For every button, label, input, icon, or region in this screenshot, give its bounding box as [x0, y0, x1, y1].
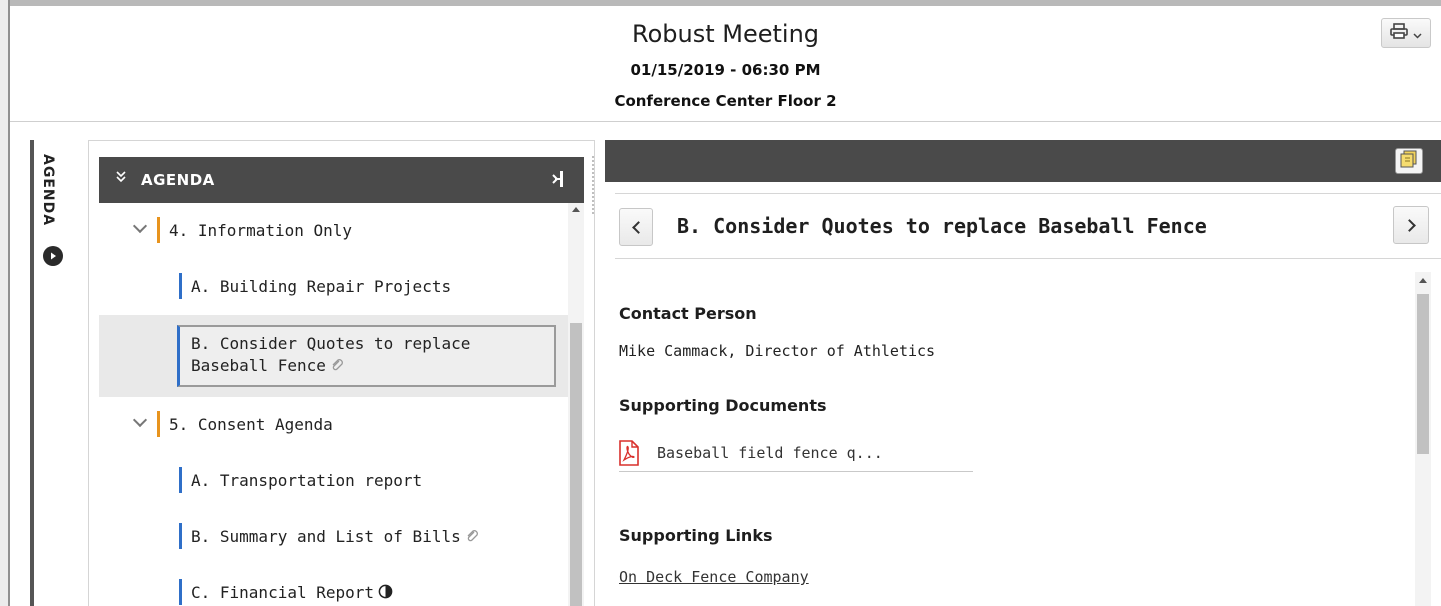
supporting-link[interactable]: On Deck Fence Company — [619, 568, 809, 586]
agenda-item[interactable]: A. Transportation report — [99, 453, 568, 509]
divider — [615, 193, 1441, 194]
pdf-icon — [619, 440, 639, 470]
collapse-panel-icon[interactable] — [552, 169, 566, 193]
play-circle-icon[interactable] — [43, 246, 63, 266]
chevron-right-icon — [1402, 218, 1416, 232]
attachment-icon — [330, 356, 344, 378]
scroll-up-icon[interactable] — [1419, 278, 1427, 283]
agenda-item[interactable]: B. Summary and List of Bills — [99, 509, 568, 565]
item-accent-bar — [179, 579, 182, 605]
agenda-item[interactable]: A. Building Repair Projects — [99, 259, 568, 315]
meeting-location: Conference Center Floor 2 — [614, 92, 837, 110]
meeting-header: Robust Meeting 01/15/2019 - 06:30 PM Con… — [10, 6, 1441, 122]
agenda-side-tab[interactable]: AGENDA — [30, 140, 70, 606]
agenda-section-label: 4. Information Only — [169, 221, 353, 240]
agenda-header-title: AGENDA — [141, 171, 215, 189]
printer-icon — [1390, 23, 1408, 43]
agenda-side-tab-label: AGENDA — [40, 154, 56, 227]
panel-resize-grip[interactable] — [591, 155, 595, 215]
supporting-document-row[interactable]: Baseball field fence q... — [619, 438, 973, 472]
agenda-item-label: A. Transportation report — [191, 471, 423, 490]
chevron-left-icon — [631, 220, 645, 234]
item-accent-bar — [179, 467, 182, 493]
agenda-panel: AGENDA 4. Information Only A. Building R… — [88, 140, 595, 606]
notes-button[interactable] — [1395, 148, 1423, 174]
agenda-section[interactable]: 5. Consent Agenda — [99, 397, 568, 453]
meeting-title: Robust Meeting — [631, 20, 820, 48]
supporting-documents-heading: Supporting Documents — [619, 396, 827, 415]
chevron-down-icon[interactable] — [132, 218, 148, 234]
previous-item-button[interactable] — [619, 208, 653, 246]
item-detail-body: Contact Person Mike Cammack, Director of… — [619, 272, 1409, 606]
print-button[interactable] — [1381, 18, 1431, 48]
detail-scrollbar-thumb[interactable] — [1417, 294, 1429, 454]
meeting-datetime: 01/15/2019 - 06:30 PM — [630, 61, 821, 79]
chevron-down-icon[interactable] — [132, 412, 148, 428]
agenda-item-label: B. Summary and List of Bills — [191, 527, 479, 547]
double-chevron-down-icon[interactable] — [115, 170, 127, 188]
detail-toolbar — [605, 140, 1441, 182]
agenda-section-label: 5. Consent Agenda — [169, 415, 333, 434]
item-accent-bar — [179, 273, 182, 299]
agenda-item-selected[interactable]: B. Consider Quotes to replace Baseball F… — [99, 315, 568, 397]
agenda-item-label: C. Financial Report — [191, 583, 393, 603]
detail-scrollbar[interactable] — [1415, 272, 1431, 606]
contact-person-heading: Contact Person — [619, 304, 757, 323]
half-circle-icon — [378, 584, 393, 603]
supporting-links-heading: Supporting Links — [619, 526, 773, 545]
divider — [615, 258, 1441, 259]
item-detail-panel: B. Consider Quotes to replace Baseball F… — [605, 140, 1441, 606]
scroll-up-icon[interactable] — [572, 207, 580, 212]
agenda-section[interactable]: 4. Information Only — [99, 203, 568, 259]
agenda-list: 4. Information Only A. Building Repair P… — [99, 203, 568, 606]
agenda-item[interactable]: C. Financial Report — [99, 565, 568, 606]
item-title: B. Consider Quotes to replace Baseball F… — [677, 214, 1207, 238]
chevron-down-icon — [1413, 24, 1422, 43]
agenda-scrollbar-thumb[interactable] — [570, 323, 582, 606]
agenda-item-label-selected: B. Consider Quotes to replace Baseball F… — [191, 333, 556, 378]
section-accent-bar — [157, 411, 160, 437]
item-accent-bar — [179, 523, 182, 549]
agenda-panel-header: AGENDA — [99, 157, 584, 203]
section-accent-bar — [157, 217, 160, 243]
contact-person-value: Mike Cammack, Director of Athletics — [619, 342, 936, 360]
agenda-scrollbar[interactable] — [568, 203, 584, 606]
attachment-icon — [465, 528, 479, 547]
supporting-document-link[interactable]: Baseball field fence q... — [657, 444, 883, 462]
sticky-notes-icon — [1399, 149, 1419, 173]
window-left-border — [0, 0, 10, 606]
agenda-item-label: A. Building Repair Projects — [191, 277, 452, 296]
next-item-button[interactable] — [1393, 206, 1429, 244]
